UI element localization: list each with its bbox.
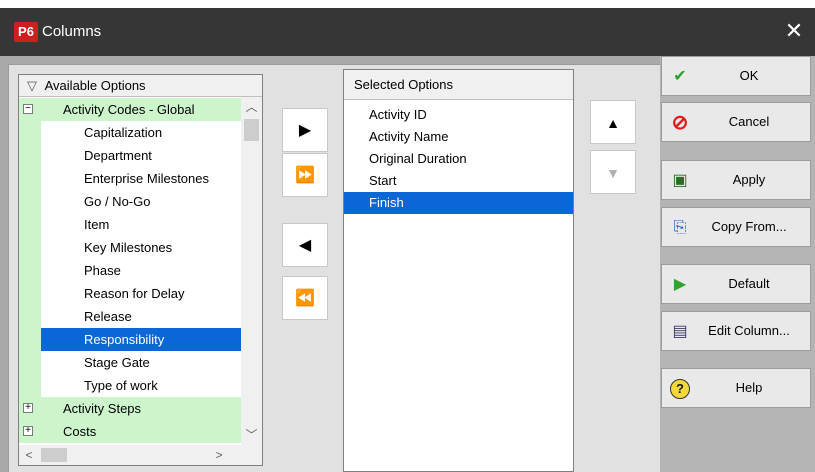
selected-options-header: Selected Options [344,70,573,100]
list-item-label: Reason for Delay [84,286,185,301]
cancel-icon: ⊘ [671,112,689,134]
list-item[interactable]: Capitalization [19,121,241,144]
row-gutter [19,190,41,213]
row-gutter [19,213,41,236]
window-title: Columns [42,23,102,40]
available-options-header[interactable]: ▽ Available Options [19,75,262,97]
list-item[interactable]: Enterprise Milestones [19,167,241,190]
list-item-label: Key Milestones [84,240,173,255]
list-item-label: Capitalization [84,125,163,140]
remove-button[interactable]: ◀ [282,223,328,267]
available-vertical-scrollbar[interactable]: ︿ ﹀ [241,97,262,445]
list-item[interactable]: Stage Gate [19,351,241,374]
edit-column-icon: ▤ [672,323,688,340]
collapse-icon[interactable]: − [23,104,33,114]
list-item[interactable]: Key Milestones [19,236,241,259]
app-logo-icon: P6 [14,22,38,42]
button-label: Copy From... [711,219,787,234]
available-options-title: Available Options [44,78,146,93]
list-item[interactable]: Go / No-Go [19,190,241,213]
scrollbar-thumb[interactable] [244,119,259,141]
remove-all-button[interactable]: ⏪ [282,276,328,320]
list-item[interactable]: Phase [19,259,241,282]
cancel-button[interactable]: ⊘ Cancel [661,102,811,142]
list-item[interactable]: Reason for Delay [19,282,241,305]
row-gutter [19,236,41,259]
list-item[interactable]: Release [19,305,241,328]
row-gutter [19,259,41,282]
row-gutter [19,144,41,167]
title-bar [0,8,815,56]
scroll-down-icon[interactable]: ﹀ [241,425,262,445]
row-gutter [19,351,41,374]
expand-icon[interactable]: + [23,403,33,413]
check-icon: ✔ [673,68,687,85]
group-row[interactable]: + Costs [19,420,241,443]
list-item-label: Type of work [84,378,158,393]
scroll-right-icon[interactable]: > [209,445,229,465]
ok-button[interactable]: ✔ OK [661,56,811,96]
list-item-label: Go / No-Go [84,194,151,209]
row-gutter [19,282,41,305]
available-options-list[interactable]: ▽ Available Options − Activity Codes - Gl… [18,74,263,466]
help-icon: ? [670,379,690,399]
list-item-label: Release [84,309,132,324]
list-item-label: Item [84,217,110,232]
row-gutter [19,305,41,328]
row-gutter [19,121,41,144]
close-icon[interactable]: ✕ [783,18,805,44]
selected-item[interactable]: Original Duration [344,148,573,170]
move-up-button[interactable]: ▲ [590,100,636,144]
list-item-label: Enterprise Milestones [84,171,209,186]
button-label: Default [728,276,770,291]
list-item-label: Department [84,148,152,163]
expand-icon[interactable]: + [23,426,33,436]
copy-from-button[interactable]: ⎘ Copy From... [661,207,811,247]
apply-button[interactable]: ▣ Apply [661,160,811,200]
selected-item[interactable]: Activity Name [344,126,573,148]
default-button[interactable]: ▶ Default [661,264,811,304]
list-item-label: Activity Codes - Global [63,102,195,117]
selected-item[interactable]: Start [344,170,573,192]
scroll-up-icon[interactable]: ︿ [241,97,262,117]
list-item[interactable]: Department [19,144,241,167]
button-label: Help [735,380,763,395]
list-item-label: Activity Steps [63,401,142,416]
list-item[interactable]: Type of work [19,374,241,397]
button-label: Edit Column... [708,323,790,338]
list-item-label: Responsibility [84,332,165,347]
button-label: OK [739,68,759,83]
default-icon: ▶ [673,276,687,293]
move-down-button[interactable]: ▼ [590,150,636,194]
list-item-label: Stage Gate [84,355,150,370]
scroll-left-icon[interactable]: < [19,445,39,465]
help-button[interactable]: ? Help [661,368,811,408]
row-gutter [19,374,41,397]
collapse-filter-icon: ▽ [27,78,37,93]
selected-options-list[interactable]: Selected Options Activity ID Activity Nam… [343,69,574,472]
available-horizontal-scrollbar[interactable]: < > [19,445,262,465]
row-gutter [19,328,41,351]
copy-icon: ⎘ [673,219,687,236]
button-label: Apply [732,172,766,187]
scrollbar-thumb[interactable] [41,448,67,462]
list-item-label: Costs [63,424,97,439]
list-item-label: Phase [84,263,121,278]
button-label: Cancel [728,114,770,129]
apply-icon: ▣ [672,172,688,189]
group-row[interactable]: − Activity Codes - Global [19,98,241,121]
add-button[interactable]: ▶ [282,108,328,152]
selected-item[interactable]: Activity ID [344,104,573,126]
list-item[interactable]: Responsibility [19,328,241,351]
selected-item[interactable]: Finish [344,192,573,214]
edit-column-button[interactable]: ▤ Edit Column... [661,311,811,351]
list-item[interactable]: Item [19,213,241,236]
row-gutter [19,167,41,190]
add-all-button[interactable]: ⏩ [282,153,328,197]
group-row[interactable]: + Activity Steps [19,397,241,420]
